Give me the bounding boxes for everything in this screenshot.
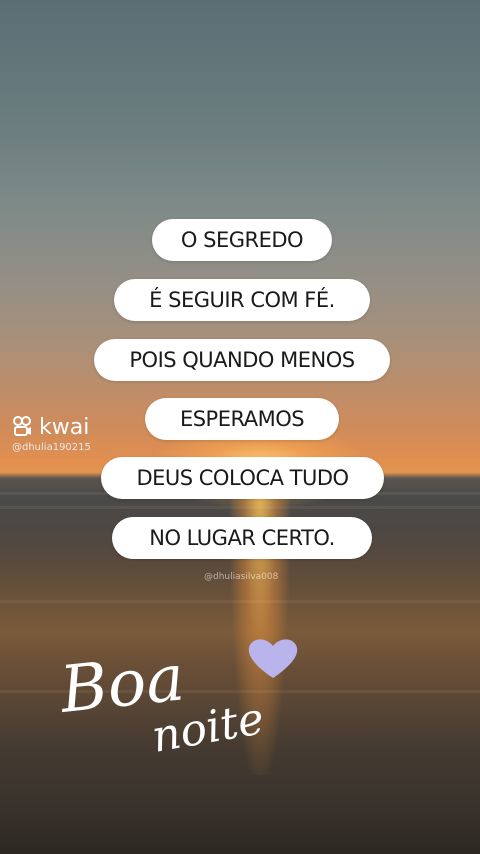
kwai-brand-text: kwai (39, 415, 90, 440)
boa-noite-script: Boa noite (56, 639, 298, 763)
phrase-pill: POIS QUANDO MENOS (94, 339, 390, 381)
phrase-pill: É SEGUIR COM FÉ. (114, 279, 370, 321)
phrase-pill: O SEGREDO (152, 219, 332, 261)
overlay-username: @dhuliasilva008 (204, 572, 279, 582)
phrase-pill: ESPERAMOS (145, 398, 339, 440)
kwai-icon (13, 416, 31, 436)
phrase-pill: NO LUGAR CERTO. (112, 517, 372, 559)
kwai-username: @dhulia190215 (12, 442, 91, 453)
heart-icon (248, 639, 298, 678)
wave-line (0, 506, 480, 509)
phrase-pill: DEUS COLOCA TUDO (101, 457, 384, 499)
kwai-logo: kwai (12, 415, 89, 440)
wave-line (0, 600, 480, 603)
